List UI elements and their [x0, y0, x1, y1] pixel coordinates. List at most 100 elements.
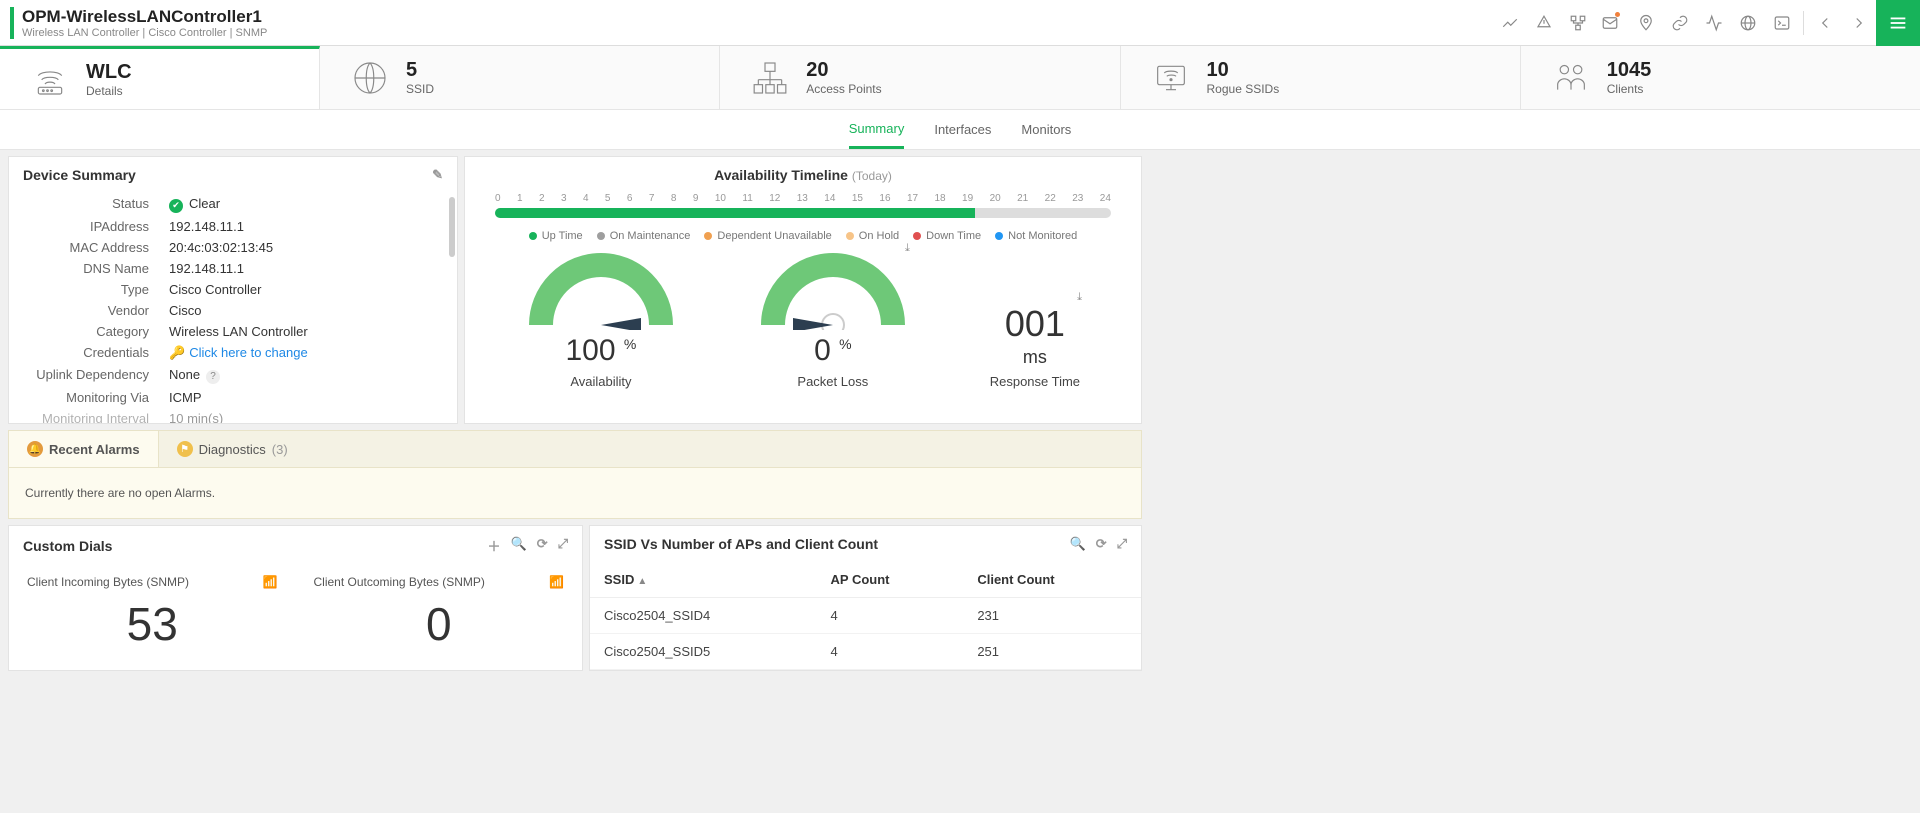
toolbar-icons	[1493, 8, 1876, 38]
value-dns: 192.148.11.1	[169, 261, 244, 276]
chart-icon[interactable]	[1495, 8, 1525, 38]
legend-dep: Dependent Unavailable	[704, 230, 831, 242]
refresh-icon[interactable]: ⟳	[1096, 536, 1107, 552]
stat-rogue-label: Rogue SSIDs	[1207, 82, 1280, 96]
tab-summary[interactable]: Summary	[849, 110, 905, 149]
label-status: Status	[9, 196, 169, 213]
tab-recent-alarms[interactable]: 🔔 Recent Alarms	[9, 431, 159, 467]
globe-icon[interactable]	[1733, 8, 1763, 38]
tab-interfaces[interactable]: Interfaces	[934, 110, 991, 149]
label-dns: DNS Name	[9, 261, 169, 276]
stat-rogue[interactable]: 10Rogue SSIDs	[1121, 46, 1521, 109]
page-title-block: OPM-WirelessLANController1 Wireless LAN …	[22, 7, 267, 39]
page-title: OPM-WirelessLANController1	[22, 7, 267, 27]
export-icon[interactable]: ⤓	[1077, 291, 1082, 304]
col-ssid[interactable]: SSID▲	[590, 562, 817, 598]
table-row[interactable]: Cisco2504_SSID54251	[590, 634, 1141, 670]
add-icon[interactable]: ＋	[487, 536, 500, 555]
sub-tabs: Summary Interfaces Monitors	[0, 110, 1920, 150]
col-client[interactable]: Client Count	[963, 562, 1141, 598]
value-via: ICMP	[169, 390, 202, 405]
legend-maint: On Maintenance	[597, 230, 691, 242]
gauge-response-time: ⤓ 001 ms Response Time	[990, 299, 1080, 389]
label-credentials: Credentials	[9, 345, 169, 361]
stat-rogue-value: 10	[1207, 59, 1280, 82]
stat-ap-value: 20	[806, 59, 881, 82]
next-icon[interactable]	[1844, 8, 1874, 38]
prev-icon[interactable]	[1810, 8, 1840, 38]
activity-icon[interactable]	[1699, 8, 1729, 38]
gauge-packet-loss: ⤓ 0 % Packet Loss	[758, 250, 908, 389]
legend-down: Down Time	[913, 230, 981, 242]
timeline-bar	[495, 208, 1111, 218]
tab-diagnostics[interactable]: ⚑ Diagnostics (3)	[159, 431, 306, 467]
stat-ssid[interactable]: 5SSID	[320, 46, 720, 109]
value-vendor: Cisco	[169, 303, 202, 318]
legend-nm: Not Monitored	[995, 230, 1077, 242]
alarms-panel: 🔔 Recent Alarms ⚑ Diagnostics (3) Currentl…	[8, 430, 1142, 519]
key-icon: 🔑	[169, 345, 185, 360]
value-type: Cisco Controller	[169, 282, 261, 297]
gauge-loss-value: 0	[814, 334, 831, 367]
diag-count: (3)	[272, 442, 288, 457]
tab-recent-label: Recent Alarms	[49, 442, 140, 457]
alert-icon[interactable]	[1529, 8, 1559, 38]
label-vendor: Vendor	[9, 303, 169, 318]
dial-outgoing: Client Outcoming Bytes (SNMP)📶 0	[296, 565, 583, 661]
alarms-empty-text: Currently there are no open Alarms.	[9, 468, 1141, 518]
refresh-icon[interactable]: ⟳	[537, 536, 548, 555]
ssid-table: SSID▲ AP Count Client Count Cisco2504_SS…	[590, 562, 1141, 670]
expand-icon[interactable]: ⤢	[558, 536, 568, 555]
availability-suffix: (Today)	[852, 169, 892, 183]
topology-icon[interactable]	[1563, 8, 1593, 38]
stat-clients[interactable]: 1045Clients	[1521, 46, 1920, 109]
location-icon[interactable]	[1631, 8, 1661, 38]
help-icon[interactable]: ?	[206, 370, 220, 384]
col-ap[interactable]: AP Count	[817, 562, 964, 598]
mail-icon[interactable]	[1597, 8, 1627, 38]
hamburger-menu[interactable]	[1876, 0, 1920, 46]
label-category: Category	[9, 324, 169, 339]
timeline-uptime-segment	[495, 208, 975, 218]
scrollbar[interactable]	[449, 197, 455, 257]
gauge-rt-label: Response Time	[990, 374, 1080, 389]
legend-up: Up Time	[529, 230, 583, 242]
dial-incoming-value: 53	[27, 597, 278, 651]
gauge-rt-unit: ms	[1023, 347, 1047, 368]
ssid-table-title: SSID Vs Number of APs and Client Count	[604, 536, 878, 552]
search-icon[interactable]: 🔍	[1070, 536, 1086, 552]
stat-ssid-value: 5	[406, 59, 434, 82]
custom-dials-title: Custom Dials	[23, 538, 112, 554]
tab-diag-label: Diagnostics	[199, 442, 266, 457]
availability-card: Availability Timeline (Today) 0123456789…	[464, 156, 1142, 424]
dial-outgoing-value: 0	[314, 597, 565, 651]
link-icon[interactable]	[1665, 8, 1695, 38]
expand-icon[interactable]: ⤢	[1117, 536, 1127, 552]
diagnostics-icon: ⚑	[177, 441, 193, 457]
value-mac: 20:4c:03:02:13:45	[169, 240, 273, 255]
stat-wlc[interactable]: WLCDetails	[0, 46, 320, 109]
device-summary-title: Device Summary	[23, 167, 136, 183]
export-icon[interactable]: ⤓	[905, 242, 910, 255]
label-mac: MAC Address	[9, 240, 169, 255]
ssid-table-card: SSID Vs Number of APs and Client Count 🔍…	[589, 525, 1142, 671]
value-ip: 192.148.11.1	[169, 219, 244, 234]
credentials-link[interactable]: Click here to change	[189, 345, 308, 360]
stat-clients-label: Clients	[1607, 82, 1652, 96]
value-uplink: None	[169, 367, 200, 382]
edit-icon[interactable]: ✎	[432, 167, 443, 183]
gauge-availability-label: Availability	[570, 374, 631, 389]
legend-hold: On Hold	[846, 230, 899, 242]
value-category: Wireless LAN Controller	[169, 324, 308, 339]
stat-row: WLCDetails 5SSID 20Access Points 10Rogue…	[0, 46, 1920, 110]
stat-ap-label: Access Points	[806, 82, 881, 96]
gauge-loss-unit: %	[839, 336, 851, 352]
terminal-icon[interactable]	[1767, 8, 1797, 38]
label-via: Monitoring Via	[9, 390, 169, 405]
search-icon[interactable]: 🔍	[511, 536, 527, 555]
stat-ap[interactable]: 20Access Points	[720, 46, 1120, 109]
gauge-availability-unit: %	[624, 336, 636, 352]
table-row[interactable]: Cisco2504_SSID44231	[590, 598, 1141, 634]
tab-monitors[interactable]: Monitors	[1021, 110, 1071, 149]
bell-icon: 🔔	[27, 441, 43, 457]
